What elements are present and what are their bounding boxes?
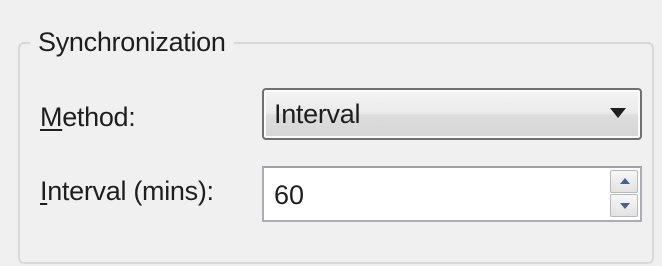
spin-buttons — [610, 170, 638, 218]
dropdown-arrow-icon[interactable] — [610, 108, 626, 118]
method-label: Method: — [40, 101, 136, 133]
synchronization-groupbox — [18, 42, 654, 264]
method-selected-value: Interval — [274, 99, 361, 129]
groupbox-title: Synchronization — [30, 26, 234, 58]
spin-down-button[interactable] — [610, 194, 638, 217]
interval-value[interactable]: 60 — [274, 179, 304, 211]
spin-down-arrow-icon — [620, 203, 630, 209]
method-dropdown[interactable]: Interval — [262, 88, 642, 140]
method-label-accelerator: M — [40, 102, 63, 132]
interval-label-text: nterval (mins): — [47, 176, 214, 206]
interval-label: Interval (mins): — [40, 175, 214, 207]
spin-up-arrow-icon — [620, 178, 630, 184]
spin-up-button[interactable] — [610, 170, 638, 193]
interval-spinbox[interactable]: 60 — [262, 166, 642, 222]
method-label-text: ethod: — [62, 102, 136, 132]
